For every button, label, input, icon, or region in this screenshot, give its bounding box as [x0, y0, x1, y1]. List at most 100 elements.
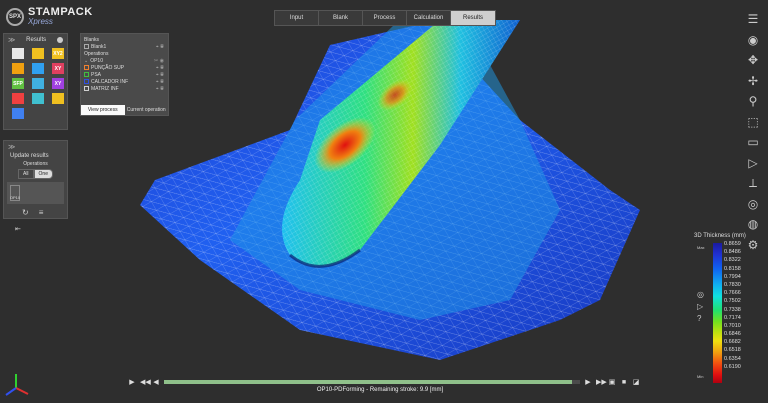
strain-icon[interactable] — [32, 63, 44, 74]
legend-values: 0.8659 0.8486 0.8322 0.8158 0.7994 0.7830 0.76… — [724, 240, 741, 371]
refresh-icon[interactable]: ↻ — [22, 208, 29, 217]
tool-item[interactable]: MATRIZ INF ⌖ ◉ — [81, 85, 168, 92]
top-tabs: Input Blank Process Calculation Results — [274, 10, 496, 26]
results-title: Results — [26, 37, 47, 43]
visibility-icon: ⌖ ◉ — [155, 43, 164, 50]
close-icon[interactable] — [57, 37, 63, 43]
axis-triad-icon — [5, 374, 29, 396]
blank-item[interactable]: Blank1 ⌖ ◉ — [81, 43, 168, 50]
xy-strain-icon[interactable]: XY — [52, 63, 64, 74]
tab-blank[interactable]: Blank — [319, 11, 363, 25]
select-icon[interactable]: ▷ — [746, 156, 760, 170]
legend-value: 0.8158 — [724, 265, 741, 272]
render-icon[interactable]: ◎ — [746, 197, 760, 211]
blanks-header: Blanks — [84, 36, 100, 43]
visibility-icon: ✂ ◉ — [154, 57, 164, 64]
step-forward-icon[interactable]: ▶ — [584, 378, 592, 386]
help-icon[interactable]: ? — [697, 314, 704, 323]
zoom-icon[interactable]: ⚲ — [746, 94, 760, 108]
legend-color-bar — [713, 243, 722, 383]
contact-icon[interactable] — [12, 108, 24, 119]
legend-value: 0.7994 — [724, 273, 741, 280]
status-text: OP10-PDForming - Remaining stroke: 9.9 [… — [316, 387, 444, 393]
stress-icon[interactable] — [32, 78, 44, 89]
play-icon[interactable]: ▶ — [128, 378, 136, 386]
toggle-one[interactable]: One — [33, 169, 53, 179]
collapse-icon[interactable]: ≫ — [8, 143, 15, 151]
tool-item[interactable]: CALCADOR INF ⌖ ◉ — [81, 78, 168, 85]
tab-input[interactable]: Input — [275, 11, 319, 25]
shade-icon[interactable]: ◍ — [746, 217, 760, 231]
update-results-title: Update results — [10, 153, 49, 159]
move-icon[interactable]: ✢ — [746, 74, 760, 88]
thickness-icon[interactable] — [12, 63, 24, 74]
results-icon-grid: XY2 XY SFP XY — [4, 46, 67, 119]
play-circle-icon[interactable]: ▷ — [697, 302, 704, 311]
legend-min-label: Min — [697, 374, 704, 379]
xy-thickness-icon[interactable]: XY2 — [52, 48, 64, 59]
logo-main-text: STAMPACK — [28, 6, 93, 18]
bucket-color-icon[interactable] — [32, 48, 44, 59]
wrinkle-icon[interactable] — [12, 93, 24, 104]
logo-badge: SPX — [6, 8, 24, 26]
legend-value: 0.7830 — [724, 281, 741, 288]
all-one-toggle[interactable]: All One — [4, 169, 67, 179]
displacement-icon[interactable] — [32, 93, 44, 104]
collapse-panel-icon[interactable]: ⇤ — [15, 225, 21, 233]
menu-icon[interactable]: ☰ — [746, 12, 760, 26]
legend-value: 0.8322 — [724, 257, 741, 264]
tab-current-operation[interactable]: Current operation — [124, 105, 168, 115]
logo-sub-text: Xpress — [28, 17, 53, 26]
section-icon[interactable]: ⟂ — [746, 176, 760, 190]
tab-process[interactable]: Process — [363, 11, 407, 25]
step-back-icon[interactable]: ◀ — [152, 378, 160, 386]
operations-header: Operations — [84, 50, 109, 57]
operation-row: OP10 — [7, 182, 64, 204]
toggle-all[interactable]: All — [17, 169, 34, 179]
record-icon[interactable]: ◎ — [697, 290, 704, 299]
legend-value: 0.8659 — [724, 241, 741, 247]
app-logo: SPX STAMPACK Xpress — [6, 6, 93, 26]
pan-icon[interactable]: ✥ — [746, 53, 760, 67]
legend-title: 3D Thickness (mm) — [694, 233, 746, 239]
bucket-icon[interactable] — [12, 48, 24, 59]
zoom-box-icon[interactable]: ⬚ — [746, 115, 760, 129]
results-panel: ≫ Results XY2 XY SFP XY — [3, 33, 68, 130]
legend-value: 0.7666 — [724, 290, 741, 297]
tool-item[interactable]: PUNÇÃO SUP ⌖ ◉ — [81, 64, 168, 71]
update-results-panel: ≫ Update results Operations All One OP10… — [3, 140, 68, 219]
legend-value: 0.7502 — [724, 298, 741, 305]
tool-item[interactable]: PSA ⌖ ◉ — [81, 71, 168, 78]
legend-value: 0.7174 — [724, 314, 741, 321]
video-icon[interactable]: ■ — [620, 379, 628, 386]
legend-value: 0.6190 — [724, 363, 741, 370]
xy-stress-icon[interactable]: XY — [52, 78, 64, 89]
end-icon[interactable]: ▶▶ — [596, 378, 607, 386]
ruler-icon[interactable]: ▭ — [746, 135, 760, 149]
collapse-icon[interactable]: ≫ — [8, 36, 15, 44]
filter-icon[interactable]: ≡ — [39, 208, 44, 217]
vector-icon[interactable] — [52, 93, 64, 104]
legend-value: 0.6518 — [724, 347, 741, 354]
flc-icon[interactable]: SFP — [12, 78, 24, 89]
tab-calculation[interactable]: Calculation — [407, 11, 451, 25]
legend-value: 0.6354 — [724, 355, 741, 362]
rewind-icon[interactable]: ◀◀ — [140, 378, 151, 386]
screenshot-icon[interactable]: ◪ — [632, 378, 640, 386]
tab-view-process[interactable]: View process — [81, 105, 125, 115]
view-eye-icon[interactable]: ◉ — [746, 33, 760, 47]
legend-max-label: Max — [697, 245, 705, 250]
app-root: SPX STAMPACK Xpress Input Blank Process … — [0, 0, 768, 403]
legend-value: 0.6846 — [724, 331, 741, 338]
settings-icon[interactable]: ⚙ — [746, 238, 760, 252]
progress-slider[interactable] — [164, 380, 580, 384]
tab-results[interactable]: Results — [451, 11, 495, 25]
legend-value: 0.7338 — [724, 306, 741, 313]
op10-item[interactable]: ⌄ OP10 ✂ ◉ — [81, 57, 168, 64]
blank-operations-panel: Blanks Blank1 ⌖ ◉ Operations ⌄ OP10 ✂ ◉ PUN… — [80, 33, 169, 116]
operations-label: Operations — [23, 161, 48, 167]
progress-fill — [164, 380, 572, 384]
op-chip[interactable]: OP10 — [10, 185, 20, 201]
legend-value: 0.7010 — [724, 322, 741, 329]
camera-icon[interactable]: ▣ — [608, 378, 616, 386]
